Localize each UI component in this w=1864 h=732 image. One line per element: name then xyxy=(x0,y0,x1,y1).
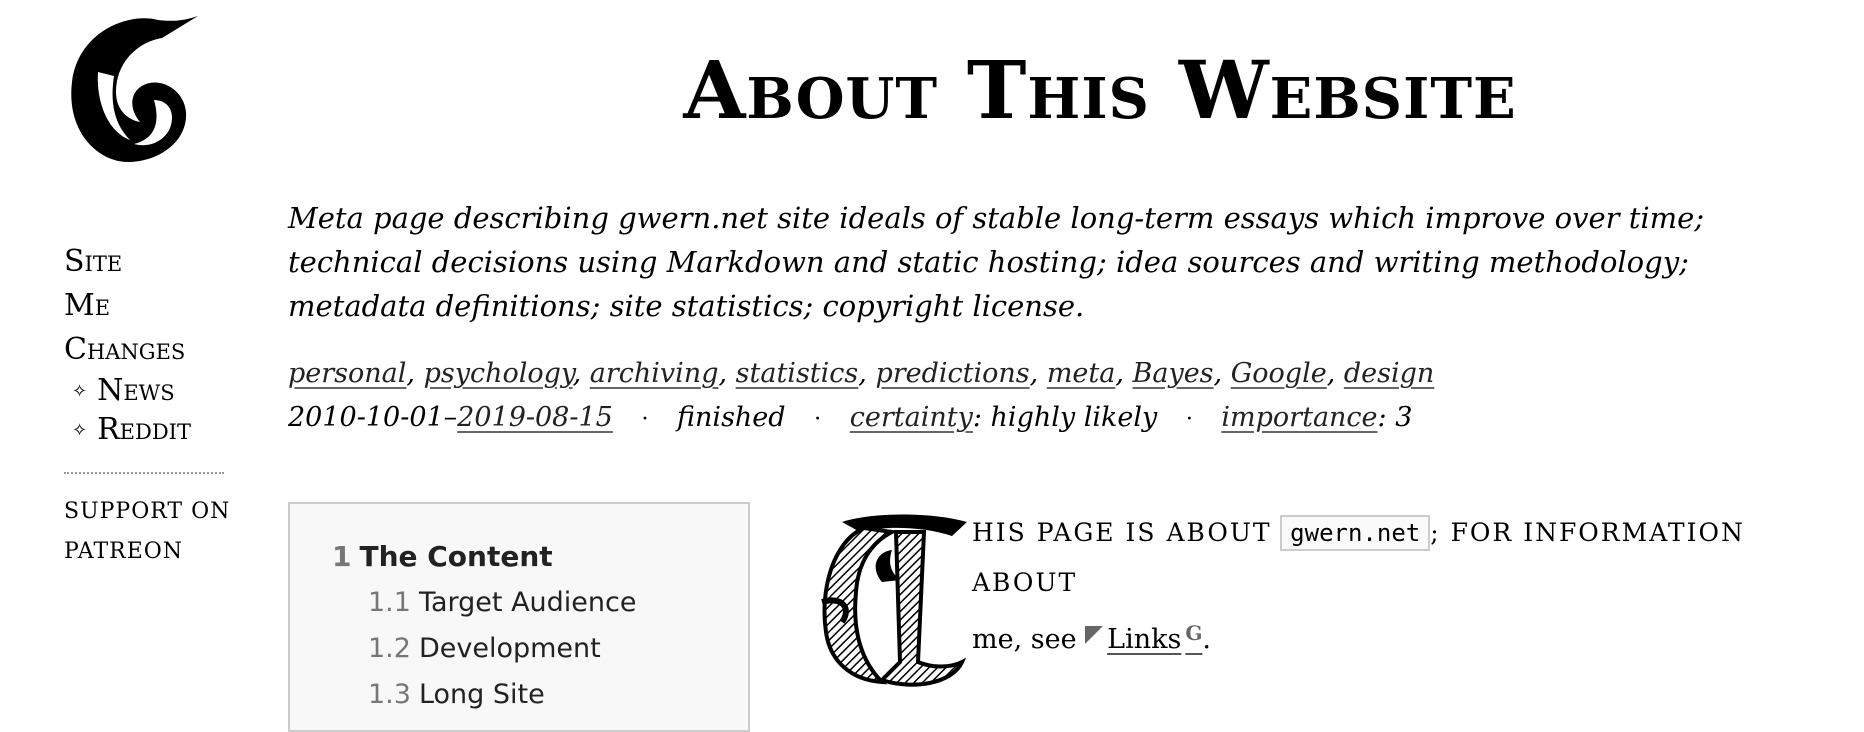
sidebar-divider xyxy=(64,472,224,474)
toc-number: 1.1 xyxy=(368,587,411,618)
tag-link[interactable]: predictions xyxy=(875,358,1029,389)
dropcap-letter-t xyxy=(821,514,967,687)
sidebar-link-changes[interactable]: Changes xyxy=(64,328,234,372)
intro-text: me, see xyxy=(972,624,1077,655)
tag-list: personal, psychology, archiving, statist… xyxy=(288,358,1435,389)
tag-link[interactable]: Google xyxy=(1231,358,1327,389)
diamond-icon: ✧ xyxy=(72,420,88,441)
support-line-2: Patreon xyxy=(64,539,184,564)
toc-number: 1 xyxy=(332,540,352,573)
toc-label: Long Site xyxy=(418,679,545,710)
date-modified-link[interactable]: 2019-08-15 xyxy=(457,402,613,433)
sidebar-link-site[interactable]: Site xyxy=(64,240,234,284)
toc-item[interactable]: 1 The Content xyxy=(332,534,748,580)
toc-label: Target Audience xyxy=(418,587,637,618)
sidebar-link-reddit[interactable]: ✧ Reddit xyxy=(64,411,234,450)
site-logo-icon[interactable] xyxy=(58,12,198,172)
date-created: 2010-10-01 xyxy=(288,402,444,433)
sidebar-link-me[interactable]: Me xyxy=(64,284,234,328)
toc-number: 1.2 xyxy=(368,633,411,664)
separator-dot: · xyxy=(1185,407,1193,432)
links-page-label: Links xyxy=(1107,624,1182,655)
tag-link[interactable]: design xyxy=(1344,358,1434,389)
tag-link[interactable]: meta xyxy=(1047,358,1116,389)
certainty-link[interactable]: certainty xyxy=(850,402,973,433)
tag-link[interactable]: Bayes xyxy=(1133,358,1214,389)
tag-link[interactable]: archiving xyxy=(590,358,719,389)
page-metadata: 2010-10-01–2019-08-15 · finished · certa… xyxy=(288,402,1413,433)
intro-paragraph: his page is about gwern.net; for informa… xyxy=(972,508,1852,665)
importance-link[interactable]: importance xyxy=(1221,402,1377,433)
sidebar-link-reddit-label: Reddit xyxy=(97,412,191,447)
page-abstract: Meta page describing gwern.net site idea… xyxy=(288,201,1705,323)
separator-dot: · xyxy=(814,407,822,432)
status-value: finished xyxy=(677,402,786,433)
support-line-1: support on xyxy=(64,499,231,524)
page-title: About This Website xyxy=(683,43,1517,137)
toc-item[interactable]: 1.1 Target Audience xyxy=(332,580,748,626)
sidebar-link-news[interactable]: ✧ News xyxy=(64,372,234,411)
toc-label: Development xyxy=(418,633,601,664)
intro-end: . xyxy=(1202,624,1212,655)
sidebar-nav: Site Me Changes ✧ News ✧ Reddit support on… xyxy=(64,240,234,572)
importance-value: 3 xyxy=(1395,402,1413,433)
separator-dot: · xyxy=(641,407,649,432)
toc-item[interactable]: 1.3 Long Site xyxy=(332,672,748,718)
patreon-support-link[interactable]: support on Patreon xyxy=(64,492,234,572)
tag-link[interactable]: psychology xyxy=(424,358,573,389)
toc-number: 1.3 xyxy=(368,679,411,710)
sidebar-link-news-label: News xyxy=(97,373,175,408)
link-corner-icon xyxy=(1085,626,1104,644)
table-of-contents: 1 The Content 1.1 Target Audience 1.2 Devel… xyxy=(288,502,750,732)
tag-link[interactable]: personal xyxy=(288,358,406,389)
links-page-link[interactable]: Links G xyxy=(1085,621,1203,655)
tag-link[interactable]: statistics xyxy=(736,358,859,389)
certainty-value: highly likely xyxy=(990,402,1158,433)
toc-label: The Content xyxy=(359,540,553,573)
gwern-logo-icon: G xyxy=(1185,621,1203,645)
site-code: gwern.net xyxy=(1280,515,1431,551)
intro-smallcaps: his page is about xyxy=(972,518,1272,547)
diamond-icon: ✧ xyxy=(72,381,88,402)
toc-item[interactable]: 1.2 Development xyxy=(332,626,748,672)
